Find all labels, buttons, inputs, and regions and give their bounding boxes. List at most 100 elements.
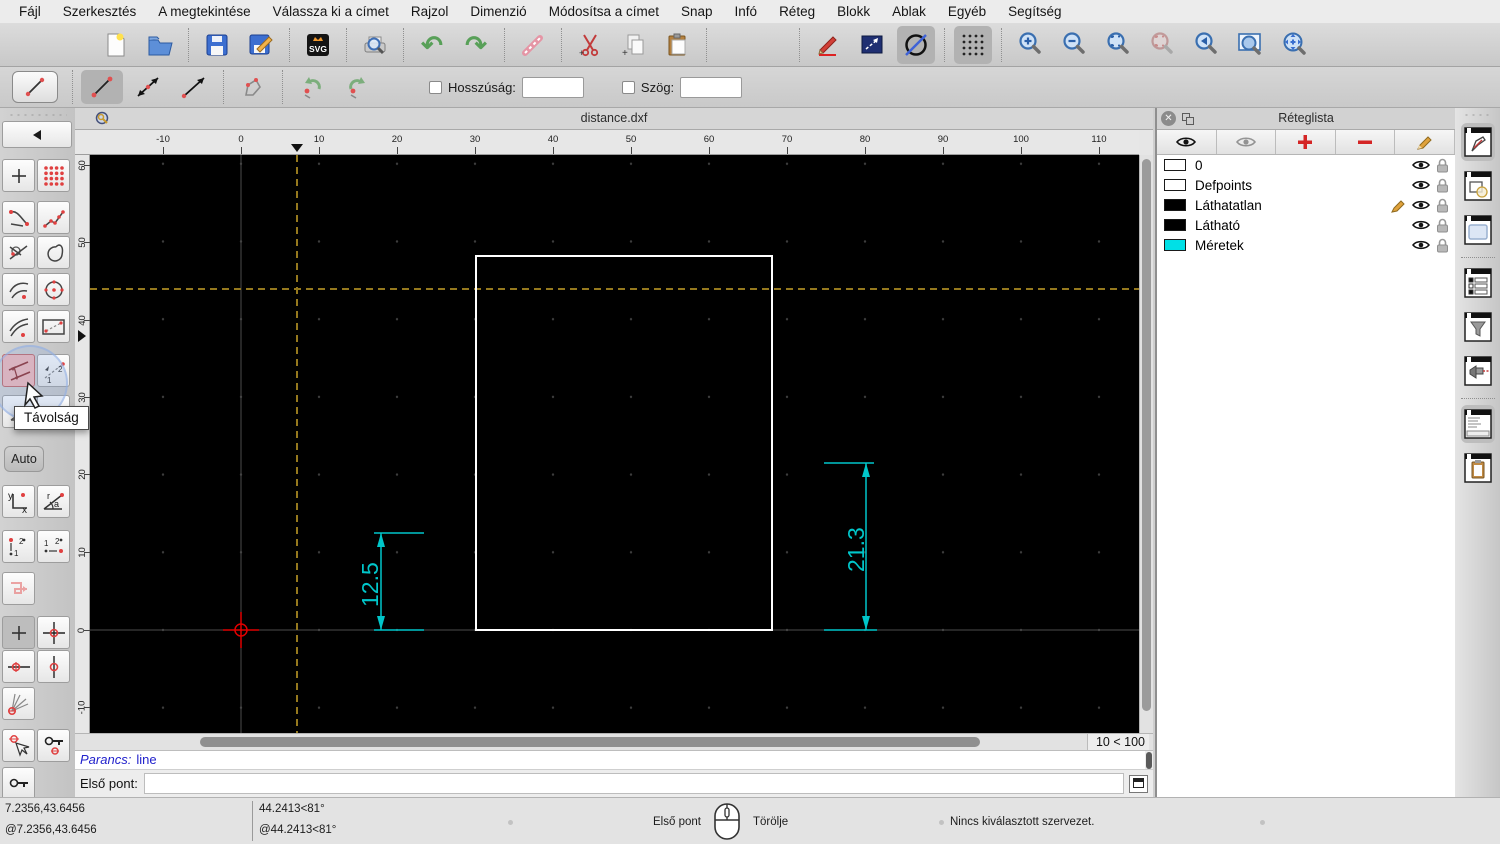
- copy-button[interactable]: +: [615, 26, 653, 64]
- dock-library-button[interactable]: [1461, 211, 1495, 249]
- command-fullscreen-button[interactable]: [1129, 775, 1148, 793]
- menu-item[interactable]: A megtekintése: [147, 4, 261, 19]
- coordinate-cartesian-button[interactable]: yx: [2, 485, 35, 518]
- paste-button[interactable]: [659, 26, 697, 64]
- snap-free-button[interactable]: [2, 616, 35, 649]
- zoom-window-button[interactable]: [1231, 26, 1269, 64]
- delete-button[interactable]: [514, 26, 552, 64]
- layer-color-swatch[interactable]: [1164, 179, 1186, 191]
- layer-color-swatch[interactable]: [1164, 239, 1186, 251]
- select-window-button[interactable]: [853, 26, 891, 64]
- menu-item[interactable]: Válassza ki a címet: [262, 4, 400, 19]
- export-svg-button[interactable]: SVG: [299, 26, 337, 64]
- layer-visible-eye-icon[interactable]: [1412, 199, 1430, 211]
- tool-spline[interactable]: [2, 201, 35, 234]
- zoom-pan-button[interactable]: [1275, 26, 1313, 64]
- draw-pen-button[interactable]: [809, 26, 847, 64]
- undo-segment-button[interactable]: [291, 70, 333, 104]
- menu-item[interactable]: Szerkesztés: [52, 4, 148, 19]
- open-file-button[interactable]: [141, 26, 179, 64]
- layer-lock-icon[interactable]: [1436, 178, 1449, 193]
- dock-clipboard-button[interactable]: [1461, 449, 1495, 487]
- polyline-button[interactable]: [232, 70, 274, 104]
- edit-layer-button[interactable]: [1395, 130, 1455, 154]
- menu-item[interactable]: Fájl: [8, 4, 52, 19]
- snap-lock-entity-button[interactable]: [37, 729, 70, 762]
- angle-input[interactable]: [680, 77, 742, 98]
- sidebar-handle[interactable]: [8, 111, 67, 117]
- menu-item[interactable]: Segítség: [997, 4, 1072, 19]
- layer-color-swatch[interactable]: [1164, 159, 1186, 171]
- layer-lock-icon[interactable]: [1436, 218, 1449, 233]
- dock-command-echo-button[interactable]: [1461, 352, 1495, 390]
- layer-visible-eye-icon[interactable]: [1412, 219, 1430, 231]
- drawing-canvas[interactable]: 12.5 21.3: [90, 155, 1139, 733]
- layer-lock-icon[interactable]: [1436, 198, 1449, 213]
- menu-item[interactable]: Ablak: [881, 4, 937, 19]
- tool-circle-center[interactable]: [37, 273, 70, 306]
- menu-item[interactable]: Rajzol: [400, 4, 460, 19]
- snap-middle-button[interactable]: [37, 650, 70, 683]
- vertical-scrollbar-thumb[interactable]: [1142, 159, 1151, 711]
- layer-row[interactable]: Látható: [1157, 215, 1455, 235]
- layer-color-swatch[interactable]: [1164, 219, 1186, 231]
- vertical-scrollbar[interactable]: [1139, 155, 1153, 733]
- menu-item[interactable]: Infó: [724, 4, 769, 19]
- draft-mode-button[interactable]: [897, 26, 935, 64]
- layer-row[interactable]: Defpoints: [1157, 175, 1455, 195]
- zoom-out-button[interactable]: [1055, 26, 1093, 64]
- layer-color-swatch[interactable]: [1164, 199, 1186, 211]
- cut-button[interactable]: +: [571, 26, 609, 64]
- tool-parallel[interactable]: [2, 310, 35, 343]
- redo-segment-button[interactable]: [337, 70, 379, 104]
- layer-lock-icon[interactable]: [1436, 158, 1449, 173]
- undo-button[interactable]: ↶: [413, 26, 451, 64]
- layer-row[interactable]: Méretek: [1157, 235, 1455, 255]
- line-horizontal-button[interactable]: [173, 70, 215, 104]
- dock-layer-list-button[interactable]: [1461, 264, 1495, 302]
- layer-visible-eye-icon[interactable]: [1412, 179, 1430, 191]
- length-checkbox[interactable]: [429, 81, 442, 94]
- menu-item[interactable]: Egyéb: [937, 4, 997, 19]
- angle-checkbox[interactable]: [622, 81, 635, 94]
- coordinate-polar-button[interactable]: ra: [37, 485, 70, 518]
- menu-item[interactable]: Snap: [670, 4, 724, 19]
- snap-angle-button[interactable]: [2, 687, 35, 720]
- snap-grid-button[interactable]: [37, 616, 70, 649]
- layer-visible-eye-icon[interactable]: [1412, 159, 1430, 171]
- line-angle-button[interactable]: [127, 70, 169, 104]
- layer-lock-icon[interactable]: [1436, 238, 1449, 253]
- order-points-button-1[interactable]: 12: [2, 530, 35, 563]
- command-scrollbar[interactable]: [1145, 751, 1153, 770]
- zoom-in-button[interactable]: [1011, 26, 1049, 64]
- tool-multiple-points[interactable]: [37, 159, 70, 192]
- snap-select-button[interactable]: [2, 729, 35, 762]
- order-points-button-2[interactable]: 12: [37, 530, 70, 563]
- remove-layer-button[interactable]: [1336, 130, 1396, 154]
- zoom-auto-button[interactable]: [1099, 26, 1137, 64]
- menu-item[interactable]: Dimenzió: [459, 4, 537, 19]
- tool-tangent[interactable]: [2, 236, 35, 269]
- hide-all-layers-button[interactable]: [1217, 130, 1277, 154]
- length-input[interactable]: [522, 77, 584, 98]
- dock-command-line-button[interactable]: [1461, 405, 1495, 443]
- tool-arc[interactable]: [2, 273, 35, 306]
- menu-item[interactable]: Réteg: [768, 4, 826, 19]
- save-button[interactable]: [198, 26, 236, 64]
- show-all-layers-button[interactable]: [1157, 130, 1217, 154]
- snap-restriction-button[interactable]: [2, 572, 35, 605]
- tool-rect-dashed[interactable]: [37, 310, 70, 343]
- horizontal-scrollbar-thumb[interactable]: [200, 737, 980, 747]
- layer-row[interactable]: 0: [1157, 155, 1455, 175]
- menu-item[interactable]: Módosítsa a címet: [538, 4, 670, 19]
- zoom-back-button[interactable]: [1187, 26, 1225, 64]
- zoom-previous-button[interactable]: [1143, 26, 1181, 64]
- back-button[interactable]: [2, 121, 72, 148]
- lock-relative-zero-button[interactable]: [2, 767, 35, 797]
- new-document-button[interactable]: [97, 26, 135, 64]
- snap-endpoint-button[interactable]: [2, 650, 35, 683]
- redo-button[interactable]: ↷: [457, 26, 495, 64]
- layer-visible-eye-icon[interactable]: [1412, 239, 1430, 251]
- dock-filter-button[interactable]: [1461, 308, 1495, 346]
- horizontal-scrollbar-track[interactable]: [90, 734, 1085, 750]
